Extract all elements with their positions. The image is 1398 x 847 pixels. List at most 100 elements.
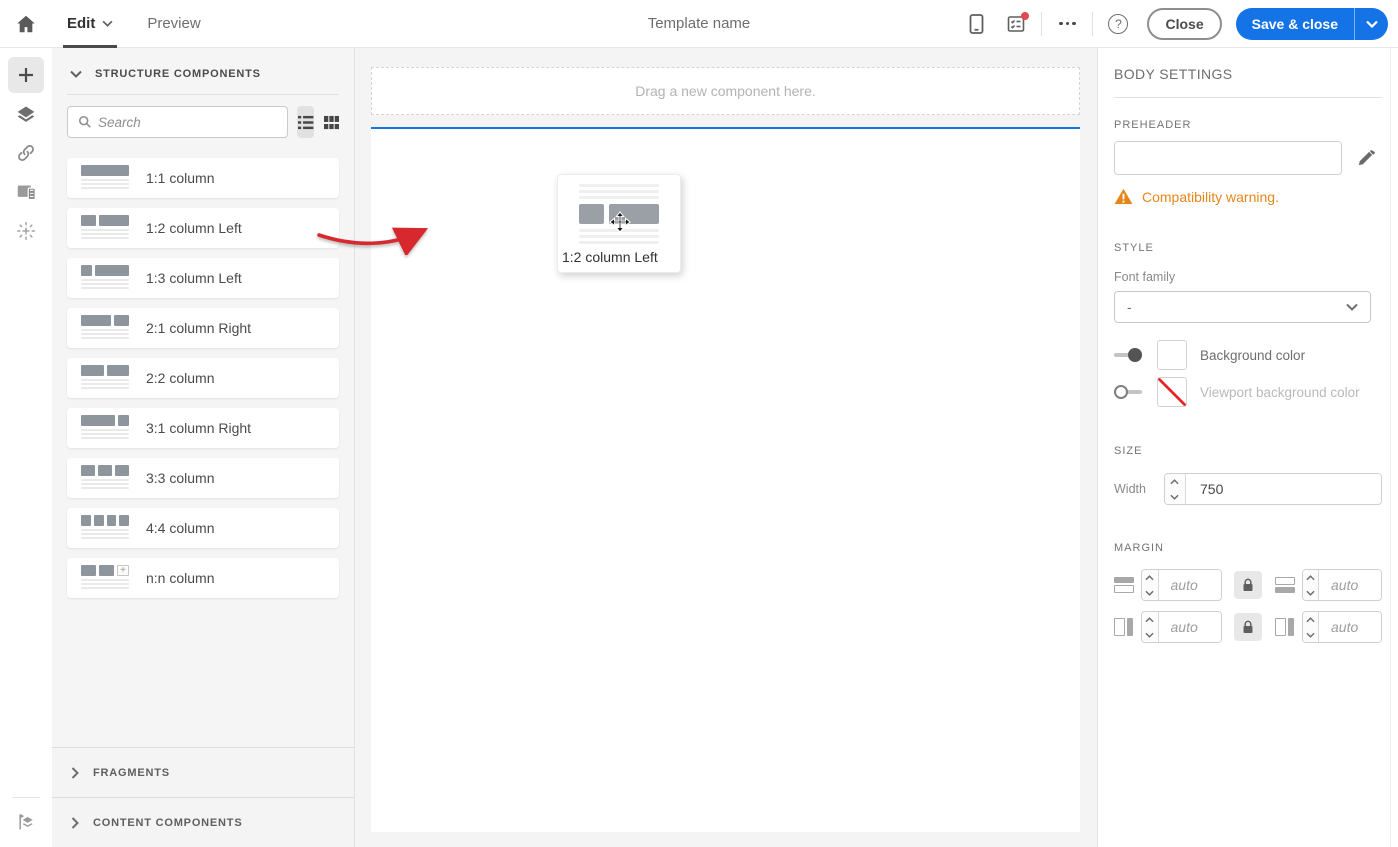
component-thumbnail [81, 415, 129, 441]
chevron-down-icon [102, 20, 113, 27]
tab-edit-label: Edit [67, 15, 96, 32]
width-label: Width [1114, 482, 1146, 496]
assets-icon [16, 182, 37, 203]
margin-top-input[interactable] [1158, 570, 1221, 600]
close-button[interactable]: Close [1147, 7, 1222, 40]
compatibility-warning[interactable]: Compatibility warning. [1114, 188, 1382, 205]
preheader-input[interactable] [1114, 141, 1342, 175]
structure-component-2-2-column[interactable]: 2:2 column [67, 358, 339, 398]
links-button[interactable] [8, 135, 44, 171]
top-bar-actions: ? Close Save & close [961, 7, 1398, 40]
structure-component-n-n-column[interactable]: + n:n column [67, 558, 339, 598]
margin-top-icon [1114, 577, 1134, 593]
search-box [67, 106, 288, 138]
margin-right-stepper-input [1301, 611, 1382, 643]
drop-placeholder-text: Drag a new component here. [635, 83, 816, 99]
component-thumbnail [81, 365, 129, 391]
list-view-button[interactable] [297, 106, 314, 138]
components-panel: STRUCTURE COMPONENTS 1:1 column 1:2 colum… [52, 48, 355, 847]
background-color-swatch[interactable] [1157, 340, 1187, 370]
margin-left-stepper-up[interactable] [1142, 612, 1158, 627]
font-family-label: Font family [1114, 270, 1176, 284]
structure-components-header[interactable]: STRUCTURE COMPONENTS [52, 48, 354, 94]
layers-button[interactable] [8, 96, 44, 132]
margin-right-stepper-up[interactable] [1303, 612, 1319, 627]
help-icon: ? [1108, 13, 1129, 34]
divider [1114, 97, 1382, 98]
margin-top-stepper-input [1141, 569, 1222, 601]
panel-bottom-sections: FRAGMENTS CONTENT COMPONENTS [52, 747, 354, 847]
viewport-background-row: Viewport background color [1114, 376, 1382, 408]
component-thumbnail [81, 265, 129, 291]
structure-component-list: 1:1 column 1:2 column Left 1:3 column Left… [52, 158, 354, 598]
width-stepper-input [1163, 473, 1382, 505]
margin-right-input[interactable] [1319, 612, 1381, 642]
grid-view-button[interactable] [323, 106, 340, 138]
width-input[interactable] [1186, 474, 1381, 504]
structure-component-1-1-column[interactable]: 1:1 column [67, 158, 339, 198]
save-and-close-button[interactable]: Save & close [1235, 7, 1354, 40]
structure-tree-button[interactable] [8, 804, 44, 840]
email-body-page[interactable] [371, 129, 1080, 832]
fragments-header[interactable]: FRAGMENTS [52, 747, 354, 797]
search-input[interactable] [98, 114, 277, 130]
home-button[interactable] [15, 12, 39, 36]
viewport-background-swatch[interactable] [1157, 377, 1187, 407]
drop-placeholder[interactable]: Drag a new component here. [371, 67, 1080, 115]
structure-component-1-2-column-left[interactable]: 1:2 column Left [67, 208, 339, 248]
margin-bottom-input[interactable] [1319, 570, 1381, 600]
search-icon [78, 115, 92, 129]
structure-component-3-3-column[interactable]: 3:3 column [67, 458, 339, 498]
help-button[interactable]: ? [1103, 9, 1133, 39]
layers-icon [16, 104, 36, 124]
margin-right-stepper-down[interactable] [1303, 627, 1319, 642]
margin-left-input[interactable] [1158, 612, 1221, 642]
preheader-row [1114, 141, 1382, 175]
component-label: 4:4 column [146, 520, 215, 536]
width-stepper-up[interactable] [1165, 474, 1185, 489]
structure-component-4-4-column[interactable]: 4:4 column [67, 508, 339, 548]
component-thumbnail [81, 515, 129, 541]
margin-right-icon [1274, 618, 1295, 636]
lock-horizontal-margins-button[interactable] [1233, 613, 1262, 641]
margin-bottom-stepper-down[interactable] [1303, 585, 1319, 600]
mode-tabs: Edit Preview [63, 0, 231, 48]
structure-tree-icon [16, 812, 36, 832]
margin-bottom-stepper-up[interactable] [1303, 570, 1319, 585]
margin-left-stepper-input [1141, 611, 1222, 643]
background-color-toggle[interactable] [1114, 348, 1142, 362]
content-components-header[interactable]: CONTENT COMPONENTS [52, 797, 354, 847]
add-content-button[interactable] [8, 57, 44, 93]
component-label: 3:3 column [146, 470, 215, 486]
mobile-preview-icon [969, 13, 984, 34]
assets-button[interactable] [8, 174, 44, 210]
chevron-down-icon [1365, 20, 1378, 28]
drag-arrow [317, 227, 429, 255]
save-options-button[interactable] [1354, 7, 1388, 40]
component-thumbnail: + [81, 565, 129, 591]
edit-preheader-button[interactable] [1356, 147, 1378, 169]
structure-component-1-3-column-left[interactable]: 1:3 column Left [67, 258, 339, 298]
width-stepper-down[interactable] [1165, 489, 1185, 504]
components-button[interactable] [8, 213, 44, 249]
mobile-preview-button[interactable] [961, 9, 991, 39]
tab-preview[interactable]: Preview [143, 0, 204, 48]
viewport-background-toggle[interactable] [1114, 385, 1142, 399]
structure-component-2-1-column-right[interactable]: 2:1 column Right [67, 308, 339, 348]
margin-top-stepper-down[interactable] [1142, 585, 1158, 600]
divider [67, 94, 339, 95]
structure-component-3-1-column-right[interactable]: 3:1 column Right [67, 408, 339, 448]
margin-top-stepper-up[interactable] [1142, 570, 1158, 585]
divider [1092, 11, 1094, 36]
chevron-right-icon [71, 816, 79, 829]
left-icon-rail [0, 48, 52, 847]
tab-edit[interactable]: Edit [63, 0, 118, 48]
font-family-value: - [1127, 299, 1132, 315]
lock-vertical-margins-button[interactable] [1233, 571, 1262, 599]
font-family-select[interactable]: - [1114, 291, 1371, 323]
margin-left-stepper-down[interactable] [1142, 627, 1158, 642]
more-actions-button[interactable] [1052, 9, 1082, 39]
component-thumbnail [81, 165, 129, 191]
review-alerts-button[interactable] [1001, 9, 1031, 39]
component-label: 1:3 column Left [146, 270, 242, 286]
